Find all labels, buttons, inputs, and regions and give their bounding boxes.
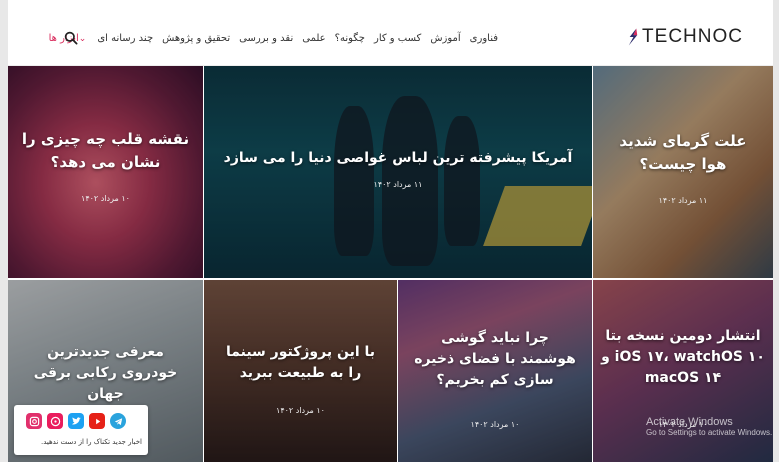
- card-date: ۱۰ مرداد ۱۴۰۲: [276, 406, 325, 415]
- card-title[interactable]: آمریکا پیشرفته ترین لباس غواصی دنیا را م…: [214, 148, 582, 169]
- nav-item-label: کسب و کار: [373, 32, 422, 44]
- telegram-icon[interactable]: [110, 413, 126, 429]
- card-title[interactable]: نقشه قلب چه چیزی را نشان می دهد؟: [18, 128, 193, 173]
- social-follow-box: اخبار جدید تکناک را از دست ندهید.: [14, 405, 148, 455]
- featured-card-heat-wave[interactable]: علت گرمای شدید هوا چیست؟ ۱۱ مرداد ۱۴۰۲: [593, 66, 773, 278]
- featured-grid: نقشه قلب چه چیزی را نشان می دهد؟ ۱۰ مردا…: [8, 66, 773, 462]
- twitter-icon[interactable]: [68, 413, 84, 429]
- featured-card-diving-suit[interactable]: آمریکا پیشرفته ترین لباس غواصی دنیا را م…: [204, 66, 592, 278]
- card-date: ۱۱ مرداد ۱۴۰۲: [658, 196, 708, 205]
- page-edge: [0, 0, 8, 462]
- windows-activation-watermark: Activate Windows Go to Settings to activ…: [646, 416, 773, 437]
- featured-card-smartphone-storage[interactable]: چرا نباید گوشی هوشمند با فضای ذخیره سازی…: [398, 280, 592, 462]
- nav-item-6[interactable]: تحقیق و پژوهش: [162, 33, 230, 44]
- search-button[interactable]: [64, 30, 78, 45]
- card-date: ۱۰ مرداد ۱۴۰۲: [81, 194, 130, 203]
- card-title[interactable]: معرفی جدیدترین خودروی رکابی برقی جهان: [18, 342, 193, 405]
- nav-item-label: علمی: [302, 32, 326, 44]
- nav-item-3[interactable]: چگونه؟: [335, 33, 365, 44]
- social-caption: اخبار جدید تکناک را از دست ندهید.: [40, 438, 142, 446]
- card-date: ۱۱ مرداد ۱۴۰۲: [373, 180, 423, 189]
- card-title[interactable]: چرا نباید گوشی هوشمند با فضای ذخیره سازی…: [414, 328, 576, 391]
- card-date: ۱۰ مرداد ۱۴۰۲: [470, 420, 520, 429]
- logo-mark-icon: [628, 28, 638, 46]
- nav-item-0[interactable]: فناوری: [470, 33, 498, 44]
- youtube-icon[interactable]: [89, 413, 105, 429]
- social-icons: [26, 413, 126, 429]
- main-nav: فناوری آموزش کسب و کار چگونه؟ علمی نقد و بررس…: [49, 27, 498, 49]
- nav-item-5[interactable]: نقد و بررسی: [239, 33, 293, 44]
- chevron-down-icon: ⌄: [78, 33, 87, 44]
- scrollbar-track[interactable]: [773, 0, 779, 462]
- nav-item-label: تحقیق و پژوهش: [162, 32, 231, 44]
- nav-item-4[interactable]: علمی: [302, 33, 325, 44]
- instagram-icon[interactable]: [26, 413, 42, 429]
- nav-item-label: چگونه؟: [334, 32, 365, 44]
- site-header: TECHNOC فناوری آموزش کسب و کار چگونه؟ علمی نق…: [8, 0, 773, 66]
- nav-item-label: نقد و بررسی: [239, 32, 294, 44]
- featured-card-projector[interactable]: با این پروژکتور سینما را به طبیعت ببرید …: [204, 280, 397, 462]
- aparat-icon[interactable]: [47, 413, 63, 429]
- nav-item-1[interactable]: آموزش: [430, 33, 460, 44]
- site-logo[interactable]: TECHNOC: [625, 26, 743, 48]
- featured-card-heart-map[interactable]: نقشه قلب چه چیزی را نشان می دهد؟ ۱۰ مردا…: [8, 66, 203, 278]
- card-title[interactable]: انتشار دومین نسخه بتا iOS ۱۷، watchOS ۱۰…: [601, 326, 765, 389]
- card-title[interactable]: با این پروژکتور سینما را به طبیعت ببرید: [222, 342, 379, 384]
- nav-item-7[interactable]: چند رسانه ای: [97, 33, 153, 44]
- nav-item-label: فناوری: [469, 32, 498, 44]
- nav-item-label: آموزش: [430, 32, 461, 44]
- card-title[interactable]: علت گرمای شدید هوا چیست؟: [611, 130, 755, 175]
- nav-item-2[interactable]: کسب و کار: [374, 33, 421, 44]
- logo-text: TECHNOC: [642, 26, 743, 47]
- nav-item-label: چند رسانه ای: [97, 32, 154, 44]
- search-icon: [64, 31, 78, 45]
